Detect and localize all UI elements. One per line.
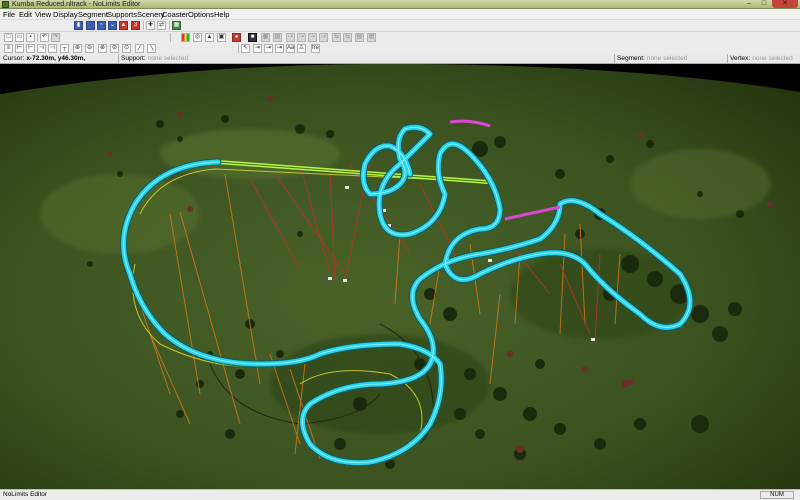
status-text: NoLimits Editor bbox=[3, 491, 48, 498]
footer-icon[interactable]: ⊙ bbox=[122, 44, 131, 53]
support-icon[interactable]: ┬ bbox=[60, 44, 69, 53]
new-file-icon[interactable]: □ bbox=[4, 33, 13, 42]
cursor-field: Cursor: x-72.30m, y46.30m, bbox=[3, 53, 85, 64]
app-icon bbox=[2, 1, 9, 8]
cursor-value: x-72.30m, y46.30m, bbox=[26, 55, 86, 62]
segment-value: none selected bbox=[646, 55, 688, 62]
view-bend-icon[interactable]: ⌒ bbox=[86, 21, 95, 30]
image-tool-icon[interactable]: ▣ bbox=[217, 33, 226, 42]
tool-icon[interactable]: Aa bbox=[286, 44, 295, 53]
arrow-icon[interactable]: ⇢ bbox=[286, 33, 295, 42]
track-piece-icon[interactable]: ⊣ bbox=[48, 44, 57, 53]
coaster-train-icon[interactable]: ▲ bbox=[119, 21, 128, 30]
track-piece-icon[interactable]: ⊢ bbox=[26, 44, 35, 53]
support-value: none selected bbox=[147, 55, 189, 62]
menu-edit[interactable]: Edit bbox=[19, 9, 32, 20]
redo-icon[interactable]: ↷ bbox=[51, 33, 60, 42]
save-icon[interactable]: ▪ bbox=[26, 33, 35, 42]
footer-icon[interactable]: ⊘ bbox=[110, 44, 119, 53]
menu-supports[interactable]: Supports bbox=[107, 9, 137, 20]
view-bank-icon[interactable]: ⌄ bbox=[108, 21, 117, 30]
tool-label-aa: Aa bbox=[287, 45, 295, 51]
3d-viewport[interactable] bbox=[0, 64, 800, 489]
segment-label: Segment: bbox=[617, 55, 645, 62]
grid-icon[interactable]: ▦ bbox=[261, 33, 270, 42]
tool-label-fre: fre bbox=[312, 45, 320, 51]
toolbar-view: ▮ ⌒ ~ ⌄ ▲ 3 ✚ ⇄ ▦ bbox=[0, 20, 800, 32]
minimize-button[interactable]: – bbox=[742, 0, 756, 8]
grid-alt-icon[interactable]: ▤ bbox=[273, 33, 282, 42]
open-folder-icon[interactable]: ▭ bbox=[15, 33, 24, 42]
beam-icon[interactable]: ╲ bbox=[147, 44, 156, 53]
beam-icon[interactable]: ╱ bbox=[135, 44, 144, 53]
view-wave-icon[interactable]: ~ bbox=[97, 21, 106, 30]
triangle-tool-icon[interactable]: ▲ bbox=[205, 33, 214, 42]
view-front-icon[interactable]: ▮ bbox=[74, 21, 83, 30]
info-bar: Cursor: x-72.30m, y46.30m, Support: none s… bbox=[0, 53, 800, 64]
person-icon[interactable]: ♙ bbox=[297, 44, 306, 53]
separator bbox=[143, 21, 144, 30]
align-icon[interactable]: ⇆ bbox=[332, 33, 341, 42]
menu-scenery[interactable]: Scenery bbox=[137, 9, 165, 20]
track-piece-icon[interactable]: ⊣ bbox=[37, 44, 46, 53]
move-tool-icon[interactable]: ⇄ bbox=[157, 21, 166, 30]
menu-help[interactable]: Help bbox=[214, 9, 229, 20]
title-bar: Kumba Reduced.nltrack - NoLimits Editor … bbox=[0, 0, 800, 9]
separator bbox=[238, 44, 239, 53]
vertex-value: none selected bbox=[752, 55, 793, 62]
menu-view[interactable]: View bbox=[35, 9, 51, 20]
separator bbox=[118, 54, 119, 63]
menu-options[interactable]: Options bbox=[188, 9, 214, 20]
cursor-label: Cursor: bbox=[3, 55, 25, 62]
tool-icon[interactable]: ⇥ bbox=[253, 44, 262, 53]
align-icon[interactable]: ⇆ bbox=[343, 33, 352, 42]
segment-field: Segment: none selected bbox=[617, 53, 687, 64]
table-icon[interactable]: ▤ bbox=[367, 33, 376, 42]
3d-view-icon[interactable]: 3 bbox=[131, 21, 140, 30]
arrow-icon[interactable]: ⇢ bbox=[319, 33, 328, 42]
vertex-label: Vertex: bbox=[730, 55, 751, 62]
scene-canvas[interactable] bbox=[0, 64, 800, 489]
footer-icon[interactable]: ⊖ bbox=[85, 44, 94, 53]
arrow-icon[interactable]: ⇢ bbox=[308, 33, 317, 42]
track-piece-icon[interactable]: ⊢ bbox=[15, 44, 24, 53]
menu-coaster[interactable]: Coaster bbox=[162, 9, 188, 20]
separator bbox=[614, 54, 615, 63]
separator bbox=[170, 33, 171, 42]
track-segment-icon[interactable]: ≡ bbox=[4, 44, 13, 53]
tool-icon[interactable]: ⇥ bbox=[275, 44, 284, 53]
separator bbox=[727, 54, 728, 63]
terrain-icon[interactable]: ▦ bbox=[172, 21, 181, 30]
menu-segment[interactable]: Segment bbox=[78, 9, 108, 20]
window-title: Kumba Reduced.nltrack - NoLimits Editor bbox=[12, 1, 141, 8]
tool-icon[interactable]: ⇥ bbox=[264, 44, 273, 53]
support-label: Support: bbox=[121, 55, 146, 62]
undo-icon[interactable]: ↶ bbox=[40, 33, 49, 42]
select-icon[interactable]: ↖ bbox=[241, 44, 250, 53]
arrow-icon[interactable]: ⇢ bbox=[297, 33, 306, 42]
maximize-button[interactable]: □ bbox=[757, 0, 771, 8]
color-flag-icon[interactable] bbox=[181, 33, 190, 42]
num-lock-indicator: NUM bbox=[760, 491, 794, 499]
status-bar: NoLimits Editor NUM bbox=[0, 489, 800, 500]
separator bbox=[37, 33, 38, 42]
footer-icon[interactable]: ⊕ bbox=[73, 44, 82, 53]
close-button[interactable]: ✕ bbox=[772, 0, 798, 8]
menu-file[interactable]: File bbox=[3, 9, 15, 20]
menu-display[interactable]: Display bbox=[53, 9, 78, 20]
menu-bar: File Edit View Display Segment Supports … bbox=[0, 9, 800, 20]
support-field: Support: none selected bbox=[121, 53, 188, 64]
tool-icon[interactable]: fre bbox=[311, 44, 320, 53]
camera-icon[interactable]: ■ bbox=[248, 33, 257, 42]
footer-icon[interactable]: ⊗ bbox=[98, 44, 107, 53]
separator bbox=[169, 21, 170, 30]
vertex-field: Vertex: none selected bbox=[730, 53, 793, 64]
cross-tool-icon[interactable]: ✚ bbox=[146, 21, 155, 30]
record-icon[interactable]: ● bbox=[232, 33, 241, 42]
circle-tool-icon[interactable]: ◎ bbox=[193, 33, 202, 42]
table-icon[interactable]: ▤ bbox=[355, 33, 364, 42]
